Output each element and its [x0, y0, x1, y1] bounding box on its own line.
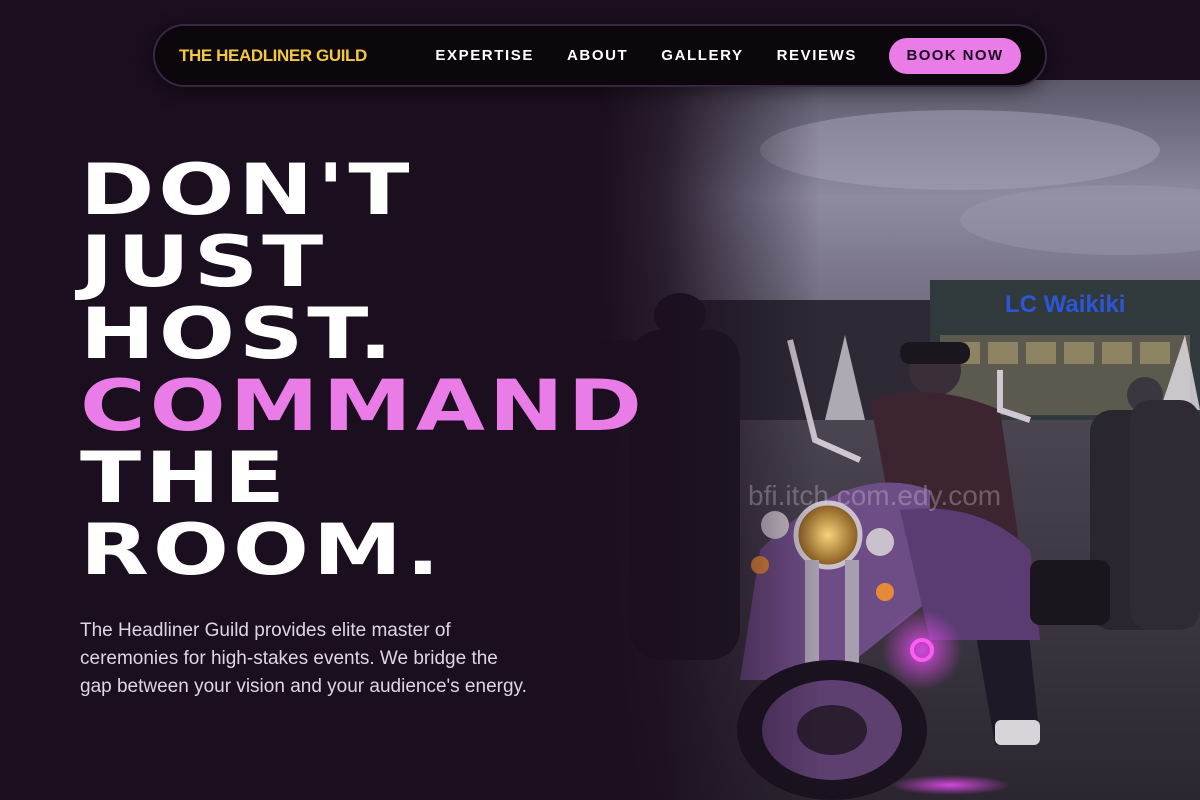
headline-accent: COMMAND [80, 365, 646, 447]
nav-link-expertise[interactable]: EXPERTISE [435, 47, 534, 64]
nav-link-gallery[interactable]: GALLERY [661, 47, 743, 64]
headline-line-2: JUST [80, 221, 328, 303]
headline-line-1: DON'T [80, 149, 414, 231]
hero-headline: DON'T JUST HOST. COMMAND THE ROOM. [80, 154, 646, 586]
brand-logo[interactable]: THE HEADLINER GUILD [179, 46, 367, 66]
hero-photo: LC Waikiki [600, 80, 1200, 800]
svg-text:LC Waikiki: LC Waikiki [1005, 291, 1125, 318]
nav-links: EXPERTISE ABOUT GALLERY REVIEWS BOOK NOW [435, 37, 1021, 74]
nav-link-about[interactable]: ABOUT [567, 47, 628, 64]
top-navigation: THE HEADLINER GUILD EXPERTISE ABOUT GALL… [153, 24, 1047, 87]
book-now-button[interactable]: BOOK NOW [889, 37, 1021, 74]
nav-link-reviews[interactable]: REVIEWS [777, 47, 857, 64]
headline-line-6: ROOM. [80, 509, 444, 591]
hero-description: The Headliner Guild provides elite maste… [80, 620, 527, 697]
headline-line-5: THE [80, 437, 289, 519]
headline-line-3: HOST. [80, 293, 397, 375]
